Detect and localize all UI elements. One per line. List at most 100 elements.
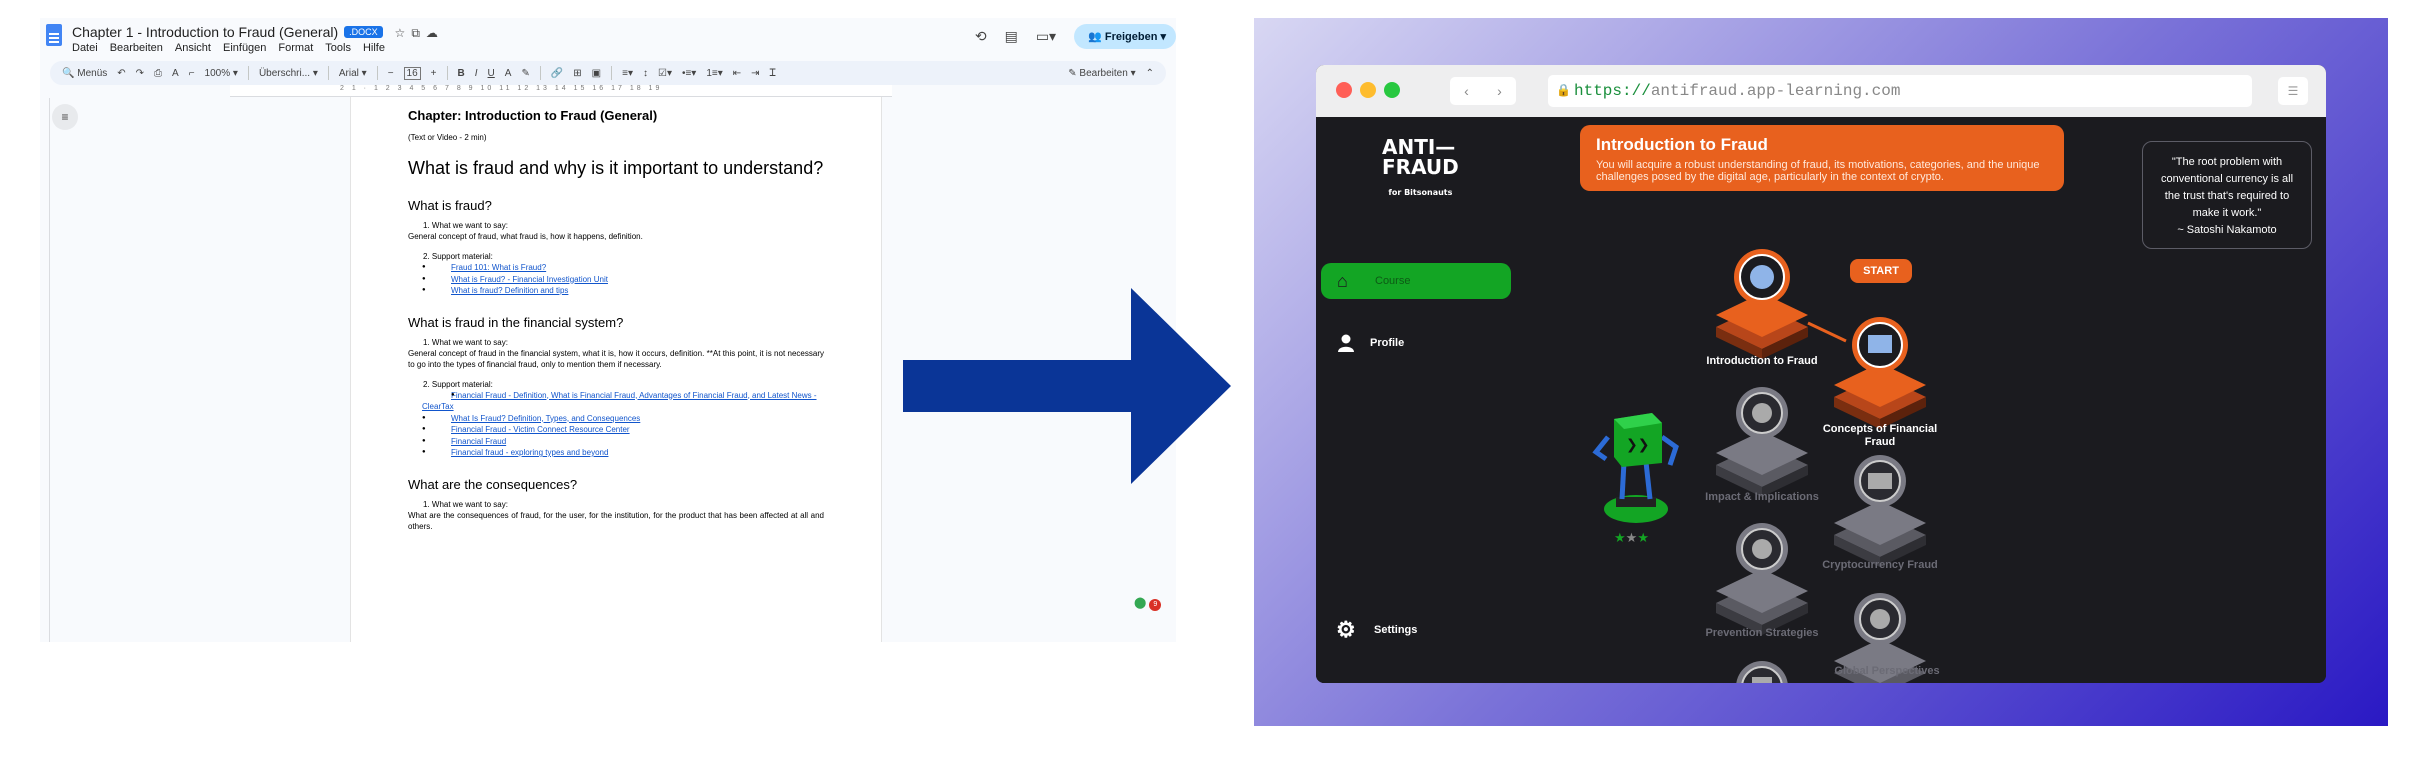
cloud-status-icon[interactable]: ☁ [426,26,444,40]
document-title[interactable]: Chapter 1 - Introduction to Fraud (Gener… [72,24,338,40]
say-label: 1. What we want to say: [423,337,508,347]
module-concepts-node[interactable] [1834,317,1926,429]
redo-icon[interactable]: ↷ [136,68,144,79]
align-icon[interactable]: ≡▾ [622,68,633,79]
support-link[interactable]: Fraud 101: What is Fraud? [408,262,824,274]
paint-format-icon[interactable]: ⌐ [189,68,195,79]
image-icon[interactable]: ▣ [592,68,601,79]
checklist-icon[interactable]: ☑▾ [658,68,672,79]
module-label[interactable]: Prevention Strategies [1704,627,1820,640]
horizontal-ruler[interactable]: 2 1 · 1 2 3 4 5 6 7 8 9 10 11 12 13 14 1… [230,85,892,97]
module-label[interactable]: Global Perspectives [1822,665,1952,678]
document-content[interactable]: Chapter: Introduction to Fraud (General)… [408,108,824,532]
stars-rating: ★★★ [1614,531,1649,546]
menu-tools[interactable]: Tools [325,42,351,54]
link-icon[interactable]: 🔗 [551,68,563,79]
clear-format-icon[interactable]: Ꮖ [770,68,777,79]
menu-format[interactable]: Format [278,42,313,54]
module-prevention-node[interactable] [1716,523,1808,635]
back-icon[interactable]: ‹ [1464,83,1469,99]
url-scheme: https:// [1574,82,1651,100]
screenshot: Chapter 1 - Introduction to Fraud (Gener… [0,0,2434,778]
close-window-icon[interactable] [1336,82,1352,98]
meet-icon[interactable]: ▭▾ [1036,28,1056,45]
menu-hilfe[interactable]: Hilfe [363,42,385,54]
menu-ansicht[interactable]: Ansicht [175,42,211,54]
underline-icon[interactable]: U [488,68,495,79]
style-select[interactable]: Überschri... ▾ [259,68,318,79]
module-crypto-node[interactable] [1834,455,1926,567]
support-link[interactable]: What is fraud? Definition and tips [408,285,824,297]
maximize-window-icon[interactable] [1384,82,1400,98]
url-host: antifraud.app-learning.com [1650,82,1901,100]
bullet-list-icon[interactable]: •≡▾ [682,68,696,79]
money-icon [1752,403,1772,423]
browser-menu-icon[interactable]: ☰ [2278,77,2308,105]
module-intro-node[interactable] [1716,249,1808,359]
mascot-icon[interactable]: ❯❯ [1592,413,1679,523]
say-label: 1. What we want to say: [423,221,508,230]
collapse-toolbar-icon[interactable]: ⌃ [1146,68,1154,79]
support-link[interactable]: What is Fraud? - Financial Investigation… [408,274,824,286]
menu-bearbeiten[interactable]: Bearbeiten [110,42,163,54]
start-badge[interactable]: START [1850,259,1912,283]
editing-mode-select[interactable]: ✎ Bearbeiten ▾ [1068,68,1135,79]
font-size-decrease[interactable]: − [388,68,394,79]
module-next-node[interactable] [1716,661,1808,683]
support-link[interactable]: Financial Fraud - Victim Connect Resourc… [408,424,824,436]
font-select[interactable]: Arial ▾ [339,68,367,79]
highlight-icon[interactable]: ✎ [521,68,529,79]
document-title-row: Chapter 1 - Introduction to Fraud (Gener… [72,24,444,41]
docx-badge: .DOCX [344,26,383,38]
outline-icon[interactable]: ≡ [52,104,78,130]
module-label[interactable]: Introduction to Fraud [1704,355,1820,368]
format-note: (Text or Video - 2 min) [408,133,487,142]
address-bar[interactable]: 🔒 https://antifraud.app-learning.com [1548,75,2252,107]
module-label[interactable]: Impact & Implications [1704,491,1820,504]
say-text: General concept of fraud in the financia… [408,348,824,369]
bold-icon[interactable]: B [458,68,465,79]
minimize-window-icon[interactable] [1360,82,1376,98]
vertical-ruler[interactable] [40,98,50,642]
location-pin-icon[interactable]: ⬤ [1134,597,1146,609]
support-link[interactable]: What Is Fraud? Definition, Types, and Co… [408,413,824,425]
module-label[interactable]: Cryptocurrency Fraud [1822,559,1938,572]
menu-datei[interactable]: Datei [72,42,98,54]
module-impact-node[interactable] [1716,387,1808,497]
comments-icon[interactable]: ▤ [1005,28,1018,45]
star-icon[interactable]: ☆ [395,26,412,40]
zoom-select[interactable]: 100% ▾ [205,68,238,79]
menu-search[interactable]: 🔍 Menüs [62,68,107,79]
support-link[interactable]: Financial Fraud - Definition, What is Fi… [408,390,824,413]
card-icon [1868,473,1892,489]
support-link[interactable]: Financial Fraud [408,436,824,448]
text-color-icon[interactable]: A [505,68,512,79]
undo-icon[interactable]: ↶ [117,68,125,79]
right-arrow-icon [903,288,1231,484]
font-size-increase[interactable]: + [431,68,437,79]
support-link[interactable]: Financial fraud - exploring types and be… [408,447,824,459]
notification-icon[interactable]: 9 [1149,599,1162,611]
font-size-input[interactable]: 16 [403,66,421,80]
comment-add-icon[interactable]: ⊞ [573,68,581,79]
indent-increase-icon[interactable]: ⇥ [751,68,759,79]
forward-icon[interactable]: › [1497,83,1502,99]
arrow-shape [903,288,1231,484]
menu-einfuegen[interactable]: Einfügen [223,42,266,54]
line-spacing-icon[interactable]: ↕ [643,68,648,79]
docs-icon[interactable] [46,24,62,46]
italic-icon[interactable]: I [475,68,478,79]
toolbar-divider [446,66,448,80]
print-icon[interactable]: ⎙ [154,68,162,79]
share-button[interactable]: 👥 Freigeben ▾ [1074,24,1176,49]
spellcheck-icon[interactable]: A [172,68,179,79]
move-folder-icon[interactable]: ⧉ [411,26,426,40]
numbered-list-icon[interactable]: 1≡▾ [706,68,722,79]
module-label[interactable]: Concepts of Financial Fraud [1822,423,1938,449]
history-icon[interactable]: ⟲ [975,28,987,45]
wallet-icon [1868,335,1892,353]
indent-decrease-icon[interactable]: ⇤ [733,68,741,79]
